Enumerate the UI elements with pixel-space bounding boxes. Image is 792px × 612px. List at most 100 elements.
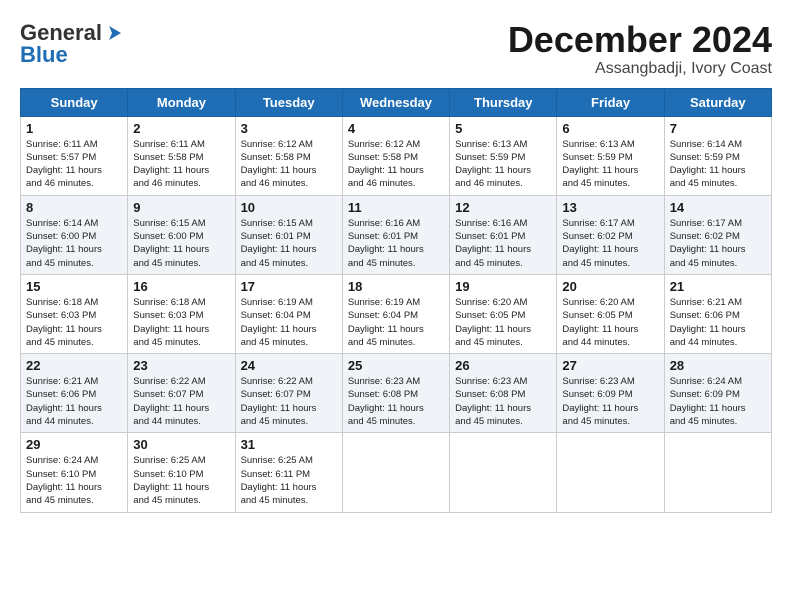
day-info: Sunrise: 6:12 AMSunset: 5:58 PMDaylight:… xyxy=(348,138,444,191)
weekday-saturday: Saturday xyxy=(664,88,771,116)
day-info: Sunrise: 6:15 AMSunset: 6:00 PMDaylight:… xyxy=(133,217,229,270)
day-number: 30 xyxy=(133,437,229,452)
day-info: Sunrise: 6:25 AMSunset: 6:11 PMDaylight:… xyxy=(241,454,337,507)
day-number: 12 xyxy=(455,200,551,215)
day-info: Sunrise: 6:16 AMSunset: 6:01 PMDaylight:… xyxy=(348,217,444,270)
week-row-3: 15 Sunrise: 6:18 AMSunset: 6:03 PMDayligh… xyxy=(21,274,772,353)
day-info: Sunrise: 6:23 AMSunset: 6:08 PMDaylight:… xyxy=(348,375,444,428)
day-info: Sunrise: 6:21 AMSunset: 6:06 PMDaylight:… xyxy=(26,375,122,428)
empty-cell xyxy=(664,433,771,512)
day-cell-9: 9Sunrise: 6:15 AMSunset: 6:00 PMDaylight… xyxy=(128,195,235,274)
day-number: 16 xyxy=(133,279,229,294)
weekday-wednesday: Wednesday xyxy=(342,88,449,116)
day-number: 21 xyxy=(670,279,766,294)
day-number: 28 xyxy=(670,358,766,373)
day-info: Sunrise: 6:12 AMSunset: 5:58 PMDaylight:… xyxy=(241,138,337,191)
day-cell-4: 4 Sunrise: 6:12 AMSunset: 5:58 PMDaylight… xyxy=(342,116,449,195)
day-info: Sunrise: 6:18 AMSunset: 6:03 PMDaylight:… xyxy=(133,296,229,349)
day-number: 20 xyxy=(562,279,658,294)
day-info: Sunrise: 6:11 AMSunset: 5:58 PMDaylight:… xyxy=(133,138,229,191)
weekday-sunday: Sunday xyxy=(21,88,128,116)
day-cell-12: 12 Sunrise: 6:16 AMSunset: 6:01 PMDayligh… xyxy=(450,195,557,274)
week-row-4: 22Sunrise: 6:21 AMSunset: 6:06 PMDayligh… xyxy=(21,354,772,433)
day-info: Sunrise: 6:13 AMSunset: 5:59 PMDaylight:… xyxy=(455,138,551,191)
weekday-monday: Monday xyxy=(128,88,235,116)
day-cell-26: 26Sunrise: 6:23 AMSunset: 6:08 PMDayligh… xyxy=(450,354,557,433)
day-cell-29: 29 Sunrise: 6:24 AMSunset: 6:10 PMDayligh… xyxy=(21,433,128,512)
day-number: 11 xyxy=(348,200,444,215)
day-number: 5 xyxy=(455,121,551,136)
day-number: 25 xyxy=(348,358,444,373)
day-info: Sunrise: 6:24 AMSunset: 6:09 PMDaylight:… xyxy=(670,375,766,428)
empty-cell xyxy=(557,433,664,512)
day-cell-17: 17 Sunrise: 6:19 AMSunset: 6:04 PMDayligh… xyxy=(235,274,342,353)
day-info: Sunrise: 6:23 AMSunset: 6:08 PMDaylight:… xyxy=(455,375,551,428)
weekday-header-row: SundayMondayTuesdayWednesdayThursdayFrid… xyxy=(21,88,772,116)
day-info: Sunrise: 6:16 AMSunset: 6:01 PMDaylight:… xyxy=(455,217,551,270)
day-cell-20: 20 Sunrise: 6:20 AMSunset: 6:05 PMDayligh… xyxy=(557,274,664,353)
day-number: 23 xyxy=(133,358,229,373)
day-number: 24 xyxy=(241,358,337,373)
empty-cell xyxy=(342,433,449,512)
day-number: 15 xyxy=(26,279,122,294)
day-cell-11: 11 Sunrise: 6:16 AMSunset: 6:01 PMDayligh… xyxy=(342,195,449,274)
day-cell-18: 18Sunrise: 6:19 AMSunset: 6:04 PMDayligh… xyxy=(342,274,449,353)
day-info: Sunrise: 6:19 AMSunset: 6:04 PMDaylight:… xyxy=(241,296,337,349)
day-cell-5: 5 Sunrise: 6:13 AMSunset: 5:59 PMDaylight… xyxy=(450,116,557,195)
day-number: 29 xyxy=(26,437,122,452)
day-number: 4 xyxy=(348,121,444,136)
location-subtitle: Assangbadji, Ivory Coast xyxy=(508,60,772,78)
day-cell-6: 6 Sunrise: 6:13 AMSunset: 5:59 PMDaylight… xyxy=(557,116,664,195)
day-number: 18 xyxy=(348,279,444,294)
logo-blue: Blue xyxy=(20,42,68,68)
day-cell-25: 25 Sunrise: 6:23 AMSunset: 6:08 PMDayligh… xyxy=(342,354,449,433)
day-cell-14: 14Sunrise: 6:17 AMSunset: 6:02 PMDayligh… xyxy=(664,195,771,274)
month-title: December 2024 xyxy=(508,20,772,60)
week-row-1: 1Sunrise: 6:11 AMSunset: 5:57 PMDaylight… xyxy=(21,116,772,195)
day-info: Sunrise: 6:25 AMSunset: 6:10 PMDaylight:… xyxy=(133,454,229,507)
day-cell-1: 1Sunrise: 6:11 AMSunset: 5:57 PMDaylight… xyxy=(21,116,128,195)
day-cell-3: 3 Sunrise: 6:12 AMSunset: 5:58 PMDaylight… xyxy=(235,116,342,195)
week-row-5: 29 Sunrise: 6:24 AMSunset: 6:10 PMDayligh… xyxy=(21,433,772,512)
day-info: Sunrise: 6:17 AMSunset: 6:02 PMDaylight:… xyxy=(670,217,766,270)
day-number: 6 xyxy=(562,121,658,136)
day-cell-28: 28 Sunrise: 6:24 AMSunset: 6:09 PMDayligh… xyxy=(664,354,771,433)
day-info: Sunrise: 6:14 AMSunset: 6:00 PMDaylight:… xyxy=(26,217,122,270)
day-number: 17 xyxy=(241,279,337,294)
day-info: Sunrise: 6:20 AMSunset: 6:05 PMDaylight:… xyxy=(562,296,658,349)
day-info: Sunrise: 6:18 AMSunset: 6:03 PMDaylight:… xyxy=(26,296,122,349)
day-info: Sunrise: 6:14 AMSunset: 5:59 PMDaylight:… xyxy=(670,138,766,191)
day-number: 2 xyxy=(133,121,229,136)
day-cell-27: 27Sunrise: 6:23 AMSunset: 6:09 PMDayligh… xyxy=(557,354,664,433)
day-info: Sunrise: 6:20 AMSunset: 6:05 PMDaylight:… xyxy=(455,296,551,349)
day-cell-22: 22Sunrise: 6:21 AMSunset: 6:06 PMDayligh… xyxy=(21,354,128,433)
day-cell-10: 10 Sunrise: 6:15 AMSunset: 6:01 PMDayligh… xyxy=(235,195,342,274)
day-info: Sunrise: 6:24 AMSunset: 6:10 PMDaylight:… xyxy=(26,454,122,507)
day-info: Sunrise: 6:13 AMSunset: 5:59 PMDaylight:… xyxy=(562,138,658,191)
day-cell-24: 24Sunrise: 6:22 AMSunset: 6:07 PMDayligh… xyxy=(235,354,342,433)
day-cell-30: 30 Sunrise: 6:25 AMSunset: 6:10 PMDayligh… xyxy=(128,433,235,512)
empty-cell xyxy=(450,433,557,512)
day-number: 7 xyxy=(670,121,766,136)
title-block: December 2024 Assangbadji, Ivory Coast xyxy=(508,20,772,78)
day-info: Sunrise: 6:21 AMSunset: 6:06 PMDaylight:… xyxy=(670,296,766,349)
day-info: Sunrise: 6:23 AMSunset: 6:09 PMDaylight:… xyxy=(562,375,658,428)
weekday-friday: Friday xyxy=(557,88,664,116)
week-row-2: 8Sunrise: 6:14 AMSunset: 6:00 PMDaylight… xyxy=(21,195,772,274)
weekday-tuesday: Tuesday xyxy=(235,88,342,116)
day-cell-31: 31Sunrise: 6:25 AMSunset: 6:11 PMDayligh… xyxy=(235,433,342,512)
day-info: Sunrise: 6:15 AMSunset: 6:01 PMDaylight:… xyxy=(241,217,337,270)
day-cell-15: 15 Sunrise: 6:18 AMSunset: 6:03 PMDayligh… xyxy=(21,274,128,353)
day-number: 19 xyxy=(455,279,551,294)
logo: General Blue xyxy=(20,20,126,68)
day-number: 13 xyxy=(562,200,658,215)
day-info: Sunrise: 6:17 AMSunset: 6:02 PMDaylight:… xyxy=(562,217,658,270)
day-number: 3 xyxy=(241,121,337,136)
day-cell-8: 8Sunrise: 6:14 AMSunset: 6:00 PMDaylight… xyxy=(21,195,128,274)
page-header: General Blue December 2024 Assangbadji, … xyxy=(20,20,772,78)
calendar-table: SundayMondayTuesdayWednesdayThursdayFrid… xyxy=(20,88,772,513)
day-cell-7: 7 Sunrise: 6:14 AMSunset: 5:59 PMDaylight… xyxy=(664,116,771,195)
day-cell-23: 23Sunrise: 6:22 AMSunset: 6:07 PMDayligh… xyxy=(128,354,235,433)
day-number: 10 xyxy=(241,200,337,215)
day-cell-19: 19 Sunrise: 6:20 AMSunset: 6:05 PMDayligh… xyxy=(450,274,557,353)
